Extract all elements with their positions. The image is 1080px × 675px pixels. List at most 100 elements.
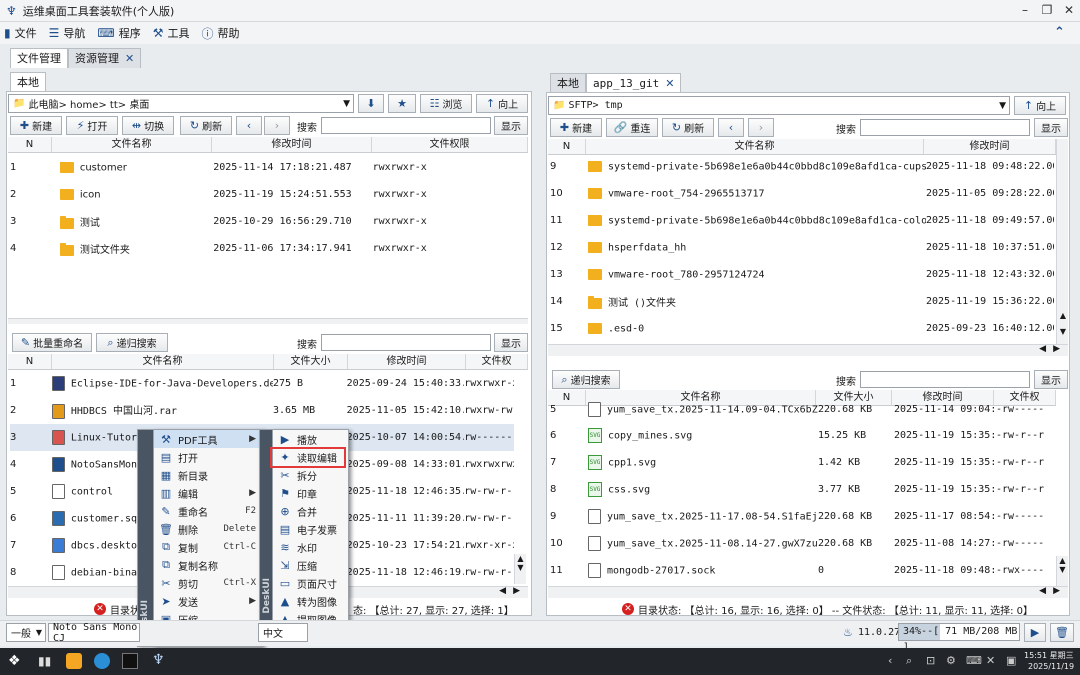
menu-help[interactable]: ⓘ 帮助: [201, 25, 239, 42]
table-row[interactable]: 1 customer 2025-11-14 17:18:21.487 rwxrwxr-…: [10, 154, 528, 181]
trash-button[interactable]: 🗑: [1050, 623, 1074, 642]
vertical-scrollbar[interactable]: ▲ ▼: [1056, 556, 1068, 586]
reconnect-button[interactable]: 🔗 重连: [606, 118, 658, 137]
recursive-search-button[interactable]: ⌕ 递归搜索: [96, 333, 168, 352]
input-method-icon[interactable]: ⌨: [966, 654, 982, 667]
col-n[interactable]: N: [8, 354, 52, 369]
context-menu-item[interactable]: ➤ 发送 ▶: [154, 592, 262, 610]
tab-remote-local[interactable]: 本地: [550, 73, 586, 93]
search-icon[interactable]: ⌕: [906, 654, 912, 668]
switch-button[interactable]: ⇹ 切换: [122, 116, 174, 135]
col-name[interactable]: 文件名称: [52, 354, 274, 369]
submenu-item[interactable]: ⚑ 印章: [273, 484, 348, 502]
browse-button[interactable]: ☷ 浏览: [420, 94, 472, 113]
favorite-button[interactable]: ★: [388, 94, 416, 113]
mute-icon[interactable]: ✕: [986, 654, 995, 667]
table-row[interactable]: 10 vmware-root_754-2965513717 2025-11-05 0…: [550, 180, 1054, 207]
menu-navigate[interactable]: ☰ 导航: [49, 25, 86, 41]
vertical-scrollbar[interactable]: ▲ ▼: [1056, 139, 1068, 344]
col-modified[interactable]: 修改时间: [924, 139, 1056, 154]
table-row[interactable]: 15 .esd-02025-09-23 16:40:12.000 dr: [550, 315, 1054, 342]
download-button[interactable]: ⬇: [358, 94, 384, 113]
scroll-down-icon[interactable]: ▼: [1057, 565, 1068, 574]
start-menu-icon[interactable]: ❖: [8, 653, 21, 669]
col-n[interactable]: N: [548, 139, 586, 154]
right-show-button-2[interactable]: 显示: [1034, 370, 1068, 389]
table-row[interactable]: 4 测试文件夹 2025-11-06 17:34:17.941 rwxrwxr-x: [10, 235, 528, 262]
menu-file[interactable]: ▮ 文件: [4, 25, 37, 41]
table-row[interactable]: 12 hsperfdata_hh2025-11-18 10:37:51.000 d…: [550, 234, 1054, 261]
splitter[interactable]: [8, 318, 528, 324]
back-button[interactable]: ‹: [236, 116, 262, 135]
table-row[interactable]: 10 yum_save_tx.2025-11-08.14-27.gwX7zu.yu…: [550, 530, 1054, 557]
submenu-item[interactable]: ▶ 播放: [273, 430, 348, 448]
table-row[interactable]: 1 Eclipse-IDE-for-Java-Developers.desktop…: [10, 370, 514, 397]
scroll-up-icon[interactable]: ▲: [1057, 311, 1069, 320]
table-row[interactable]: 11 systemd-private-5b698e1e6a0b44c0bbd8c1…: [550, 207, 1054, 234]
settings-icon[interactable]: ⚙: [946, 654, 956, 667]
context-menu-item[interactable]: ✂ 剪切 Ctrl-X: [154, 574, 262, 592]
browser-icon[interactable]: [94, 653, 110, 669]
scroll-up-icon[interactable]: ▲: [515, 554, 526, 563]
gc-play-button[interactable]: ▶: [1024, 623, 1046, 642]
tab-file-manager[interactable]: 文件管理: [10, 48, 68, 68]
table-row[interactable]: 9 yum_save_tx.2025-11-17.08-54.S1faEj.yum…: [550, 503, 1054, 530]
left-dir-search-input[interactable]: [321, 117, 491, 134]
app-logo-icon[interactable]: ♆: [152, 652, 165, 668]
col-permission[interactable]: 文件权限: [372, 137, 528, 152]
show-button-2[interactable]: 显示: [494, 333, 528, 352]
maximize-button[interactable]: ❐: [1038, 3, 1056, 19]
mode-select[interactable]: 一般 ▼: [6, 623, 46, 642]
col-name[interactable]: 文件名称: [586, 139, 924, 154]
horizontal-scrollbar[interactable]: ◀ ▶: [548, 344, 1068, 356]
table-row[interactable]: 6 SVG copy_mines.svg 15.25 KB 2025-11-19 15:…: [550, 422, 1054, 449]
minimize-button[interactable]: –: [1016, 3, 1034, 19]
table-row[interactable]: 5 yum_save_tx.2025-11-14.09-04.TCx6bZ.yum…: [550, 401, 1054, 417]
table-row[interactable]: 7 SVGcpp1.svg1.42 KB 2025-11-19 15:35:52.0…: [550, 449, 1054, 476]
right-show-button[interactable]: 显示: [1034, 118, 1068, 137]
scroll-left-icon[interactable]: ◀: [1039, 586, 1046, 596]
refresh-button[interactable]: ↻ 刷新: [180, 116, 232, 135]
chevron-down-icon[interactable]: ▼: [343, 99, 350, 109]
context-menu-item[interactable]: ▦ 新目录: [154, 466, 262, 484]
context-menu-item[interactable]: ⧉ 复制 Ctrl-C: [154, 538, 262, 556]
batch-rename-button[interactable]: ✎ 批量重命名: [12, 333, 92, 352]
collapse-icon[interactable]: ⌃: [1054, 25, 1065, 40]
submenu-item[interactable]: ▤ 电子发票: [273, 520, 348, 538]
context-menu-item[interactable]: 🗑 删除 Delete: [154, 520, 262, 538]
language-select[interactable]: 中文: [258, 623, 308, 642]
col-modified[interactable]: 修改时间: [348, 354, 466, 369]
close-button[interactable]: ✕: [1060, 3, 1078, 19]
table-row[interactable]: 9 systemd-private-5b698e1e6a0b44c0bbd8c10…: [550, 153, 1054, 180]
scroll-right-icon[interactable]: ▶: [1053, 344, 1060, 354]
submenu-item[interactable]: ⊕ 合并: [273, 502, 348, 520]
table-row[interactable]: 11 mongodb-27017.sock0 2025-11-18 09:48:24…: [550, 557, 1054, 584]
scroll-down-icon[interactable]: ▼: [515, 563, 526, 572]
scroll-left-icon[interactable]: ◀: [499, 586, 506, 596]
open-button[interactable]: ⚡ 打开: [66, 116, 118, 135]
right-new-button[interactable]: ✚ 新建: [550, 118, 602, 137]
vertical-scrollbar[interactable]: ▲ ▼: [514, 554, 526, 584]
table-row[interactable]: 8 SVGcss.svg3.77 KB 2025-11-19 15:35:52.00…: [550, 476, 1054, 503]
close-tab-icon[interactable]: ✕: [125, 52, 134, 65]
tab-resource-manager[interactable]: 资源管理 ✕: [68, 48, 142, 68]
scroll-up-icon[interactable]: ▲: [1057, 556, 1068, 565]
right-back-button[interactable]: ‹: [718, 118, 744, 137]
right-recursive-search-button[interactable]: ⌕ 递归搜索: [552, 370, 620, 389]
taskview-icon[interactable]: ▮▮: [38, 654, 51, 668]
right-file-search-input[interactable]: [860, 371, 1030, 388]
left-file-search-input[interactable]: [321, 334, 491, 351]
right-refresh-button[interactable]: ↻ 刷新: [662, 118, 714, 137]
table-row[interactable]: 3 测试 2025-10-29 16:56:29.710 rwxrwxr-x: [10, 208, 528, 235]
scroll-down-icon[interactable]: ▼: [1057, 327, 1069, 336]
col-size[interactable]: 文件大小: [274, 354, 348, 369]
tab-local[interactable]: 本地: [10, 72, 46, 92]
new-button[interactable]: ✚ 新建: [10, 116, 62, 135]
table-row[interactable]: 14 测试 ()文件夹2025-11-19 15:36:22.000 dr: [550, 288, 1054, 315]
submenu-item[interactable]: ▲ 转为图像: [273, 592, 348, 610]
menu-tools[interactable]: ⚒ 工具: [153, 25, 190, 41]
terminal-icon[interactable]: [122, 653, 138, 669]
right-up-button[interactable]: ↑ 向上: [1014, 96, 1066, 115]
horizontal-scrollbar[interactable]: ◀ ▶: [548, 586, 1068, 598]
context-menu-item[interactable]: ⧉ 复制名称: [154, 556, 262, 574]
